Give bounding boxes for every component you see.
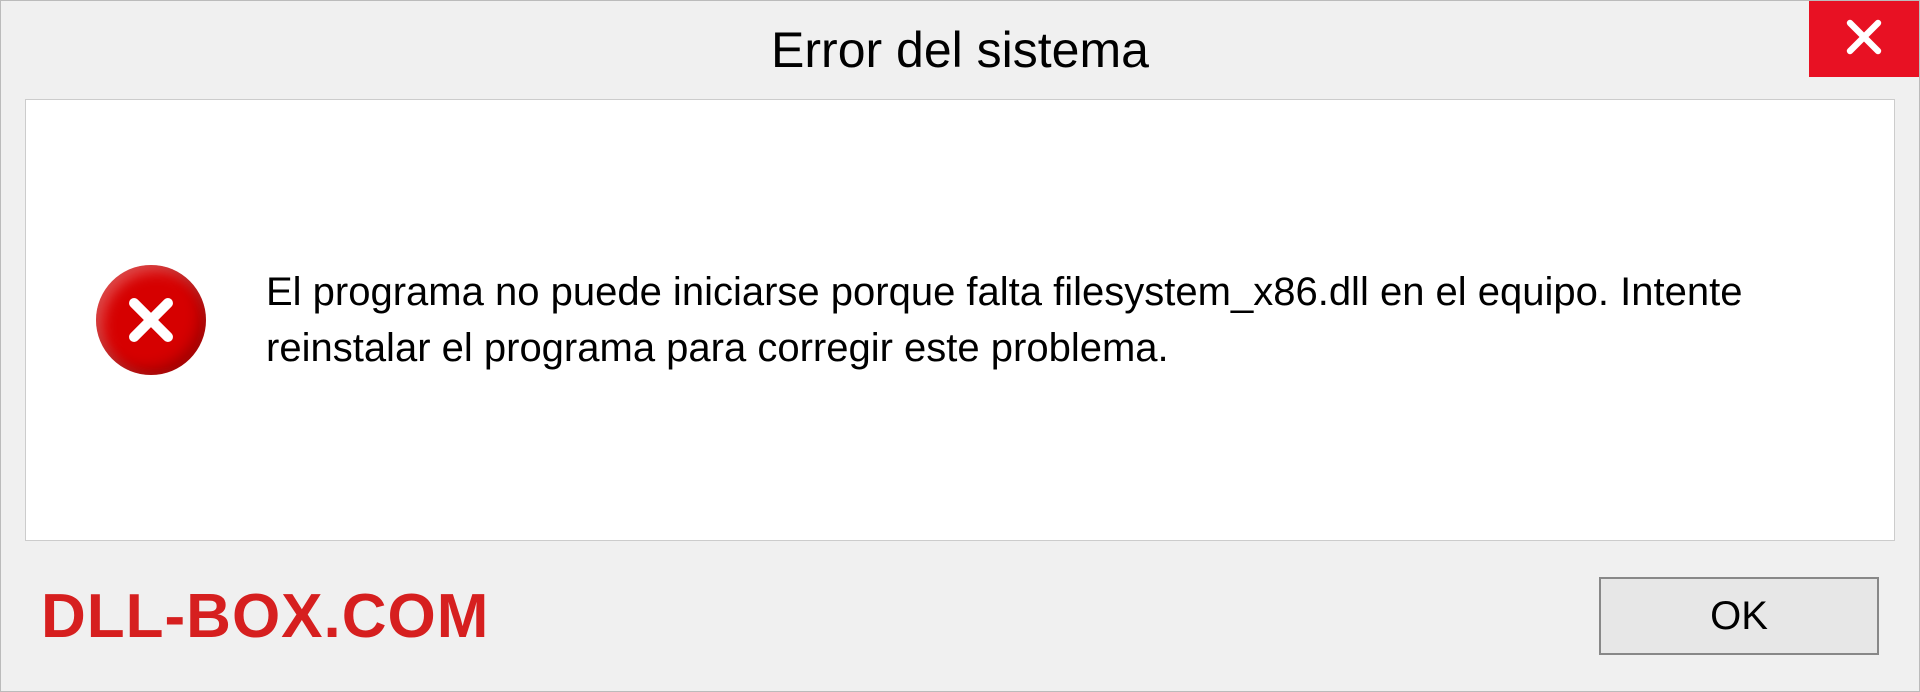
titlebar: Error del sistema [1,1,1919,99]
ok-button[interactable]: OK [1599,577,1879,655]
dialog-footer: DLL-BOX.COM OK [1,541,1919,691]
watermark-text: DLL-BOX.COM [41,581,489,652]
dialog-title: Error del sistema [771,21,1149,79]
error-dialog: Error del sistema El programa no puede i… [0,0,1920,692]
close-icon [1840,13,1888,66]
close-button[interactable] [1809,1,1919,77]
error-message: El programa no puede iniciarse porque fa… [266,264,1824,376]
content-panel: El programa no puede iniciarse porque fa… [25,99,1895,541]
error-icon [96,265,206,375]
